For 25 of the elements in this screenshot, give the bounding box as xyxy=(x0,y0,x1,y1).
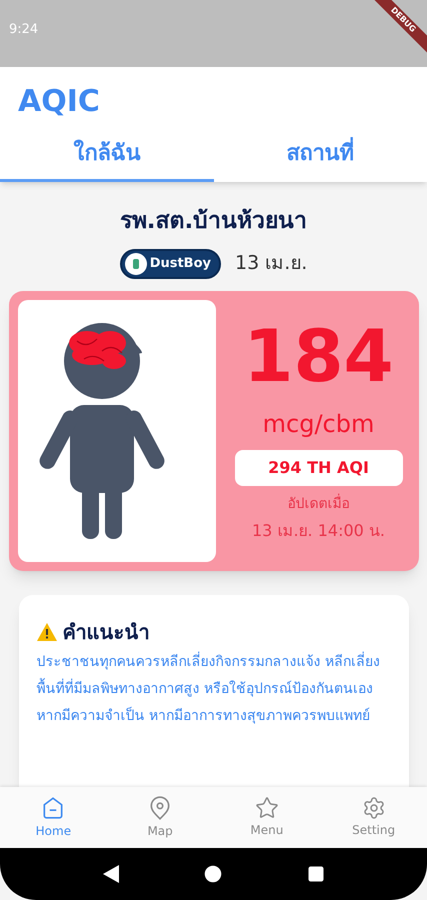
pm-value: 184 xyxy=(243,320,394,392)
tab[interactable]: ใกล้ฉัน xyxy=(0,127,214,182)
recents-icon[interactable] xyxy=(306,865,324,883)
pm-unit: mcg/cbm xyxy=(262,408,374,440)
source-badge: DustBoy xyxy=(120,248,221,278)
star-icon xyxy=(254,796,279,820)
station-name: รพ.สต.บ้านห้วยนา xyxy=(120,207,308,236)
station-date: 13 เม.ย. xyxy=(235,251,308,276)
nav-item[interactable]: Home xyxy=(0,787,107,848)
back-icon[interactable] xyxy=(102,865,118,883)
advice-title: คำแนะนำ xyxy=(62,618,150,646)
nav-item[interactable]: Map xyxy=(106,787,214,848)
settings-icon xyxy=(362,796,386,820)
updated-time: 13 เม.ย. 14:00 น. xyxy=(252,520,385,542)
home-circle-icon[interactable] xyxy=(204,865,222,883)
leaf-logo-icon xyxy=(124,252,147,274)
aqi-value: 294 TH AQI xyxy=(234,450,402,486)
warning-icon xyxy=(36,622,56,640)
nav-item[interactable]: Menu xyxy=(214,787,320,848)
status-time: 9:24 xyxy=(9,21,38,39)
advice-text: ประชาชนทุกคนควรหลีกเลี่ยงกิจกรรมกลางแจ้ง หลีกเลี่ยงพื้นที่ที่มีมลพิษทางอากาศสูง หรือใช้อุปกรณ์ป้องกันตนเองหากมีความจำเป็น หากมีอาการทางสุขภาพควรพบแพทย์ xyxy=(36,650,381,726)
nav-item[interactable]: Setting xyxy=(320,787,427,848)
app-title: AQIC xyxy=(18,84,100,119)
updated-label: อัปเดตเมื่อ xyxy=(288,494,350,514)
tab[interactable]: สถานที่ xyxy=(214,127,427,182)
